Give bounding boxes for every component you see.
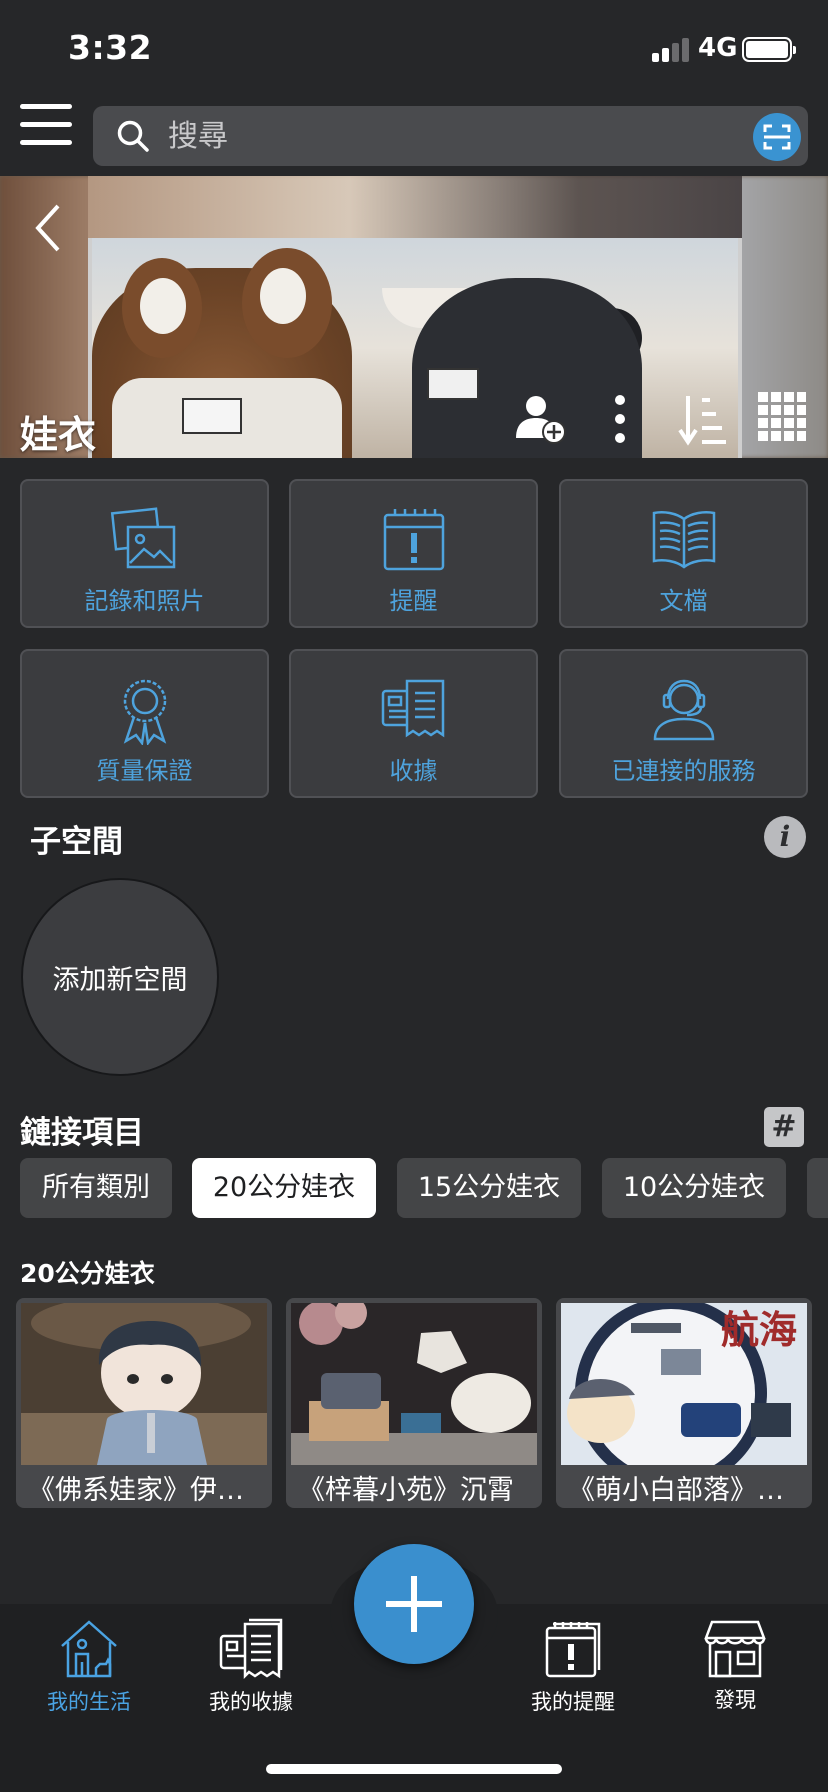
scan-icon xyxy=(763,124,791,150)
receipt-icon xyxy=(219,1618,283,1680)
hashtag-icon[interactable]: # xyxy=(764,1107,804,1147)
search-input[interactable] xyxy=(168,114,708,158)
tile-label: 提醒 xyxy=(389,587,438,615)
svg-text:航海: 航海 xyxy=(721,1308,797,1352)
item-title: 《萌小白部落》… xyxy=(568,1475,784,1506)
status-time: 3:32 xyxy=(68,28,153,67)
house-family-icon xyxy=(61,1620,117,1678)
space-banner: 娃衣 xyxy=(0,176,828,458)
nav-label: 我的收據 xyxy=(209,1690,293,1714)
linked-item-card[interactable]: 《梓暮小苑》沉霄 xyxy=(286,1298,542,1508)
book-icon xyxy=(652,511,715,569)
more-vertical-icon[interactable] xyxy=(608,392,632,446)
photos-icon xyxy=(110,507,175,569)
tile-label: 記錄和照片 xyxy=(84,587,205,615)
tile-connected-services[interactable]: 已連接的服務 xyxy=(559,649,808,798)
subspaces-title: 子空間 xyxy=(30,824,123,860)
item-title: 《佛系娃家》伊… xyxy=(28,1475,244,1506)
add-new-space-button[interactable]: 添加新空間 xyxy=(21,878,219,1076)
chip-more-partial[interactable] xyxy=(807,1158,828,1218)
battery-icon xyxy=(742,37,796,62)
nav-discover[interactable]: 發現 xyxy=(660,1618,810,1714)
item-photo xyxy=(21,1303,267,1465)
reminder-icon xyxy=(383,509,444,571)
item-photo: 航海 xyxy=(561,1303,807,1465)
network-label: 4G xyxy=(698,33,738,63)
tile-label: 已連接的服務 xyxy=(611,757,756,785)
space-title: 娃衣 xyxy=(20,413,97,457)
search-icon xyxy=(117,120,149,152)
support-agent-icon xyxy=(653,679,714,741)
nav-label: 我的提醒 xyxy=(531,1690,615,1714)
tile-documents[interactable]: 文檔 xyxy=(559,479,808,628)
status-bar: 3:32 4G xyxy=(0,0,828,96)
tile-label: 收據 xyxy=(389,757,438,785)
nav-my-reminders[interactable]: 我的提醒 xyxy=(498,1618,648,1714)
add-fab-button[interactable] xyxy=(354,1544,474,1664)
back-chevron-icon[interactable] xyxy=(30,202,66,254)
grid-view-icon[interactable] xyxy=(758,392,806,442)
home-indicator xyxy=(266,1764,562,1774)
linked-item-card[interactable]: 航海 《萌小白部落》… xyxy=(556,1298,812,1508)
chip-all-categories[interactable]: 所有類別 xyxy=(20,1158,172,1218)
receipt-icon xyxy=(381,679,444,738)
reminder-icon xyxy=(545,1622,601,1678)
scan-button[interactable] xyxy=(753,113,801,161)
tile-label: 文檔 xyxy=(659,587,708,615)
storefront-icon xyxy=(704,1620,766,1678)
search-bar[interactable] xyxy=(93,106,808,166)
chip-15cm-clothes[interactable]: 15公分娃衣 xyxy=(397,1158,581,1218)
cards-section-title: 20公分娃衣 xyxy=(20,1259,155,1288)
linked-item-card[interactable]: 《佛系娃家》伊… xyxy=(16,1298,272,1508)
item-title: 《梓暮小苑》沉霄 xyxy=(298,1475,514,1506)
nav-label: 我的生活 xyxy=(47,1690,131,1714)
info-icon[interactable]: i xyxy=(764,816,806,858)
linked-items-title: 鏈接項目 xyxy=(20,1115,144,1151)
plus-icon xyxy=(386,1576,442,1632)
item-photo xyxy=(291,1303,537,1465)
warranty-ribbon-icon xyxy=(123,679,166,745)
tile-records-photos[interactable]: 記錄和照片 xyxy=(20,479,269,628)
nav-my-life[interactable]: 我的生活 xyxy=(14,1618,164,1714)
tile-warranty[interactable]: 質量保證 xyxy=(20,649,269,798)
tile-label: 質量保證 xyxy=(96,757,193,785)
hamburger-menu-icon[interactable] xyxy=(20,104,72,146)
chip-10cm-clothes[interactable]: 10公分娃衣 xyxy=(602,1158,786,1218)
add-new-space-label: 添加新空間 xyxy=(52,964,188,996)
signal-strength-icon xyxy=(652,38,690,62)
tile-reminders[interactable]: 提醒 xyxy=(289,479,538,628)
space-cover-photo xyxy=(88,238,742,458)
nav-label: 發現 xyxy=(714,1688,756,1712)
add-member-icon[interactable] xyxy=(514,392,570,446)
chip-20cm-clothes[interactable]: 20公分娃衣 xyxy=(192,1158,376,1218)
sort-icon[interactable] xyxy=(678,392,728,446)
nav-my-receipts[interactable]: 我的收據 xyxy=(176,1618,326,1714)
tile-receipts[interactable]: 收據 xyxy=(289,649,538,798)
